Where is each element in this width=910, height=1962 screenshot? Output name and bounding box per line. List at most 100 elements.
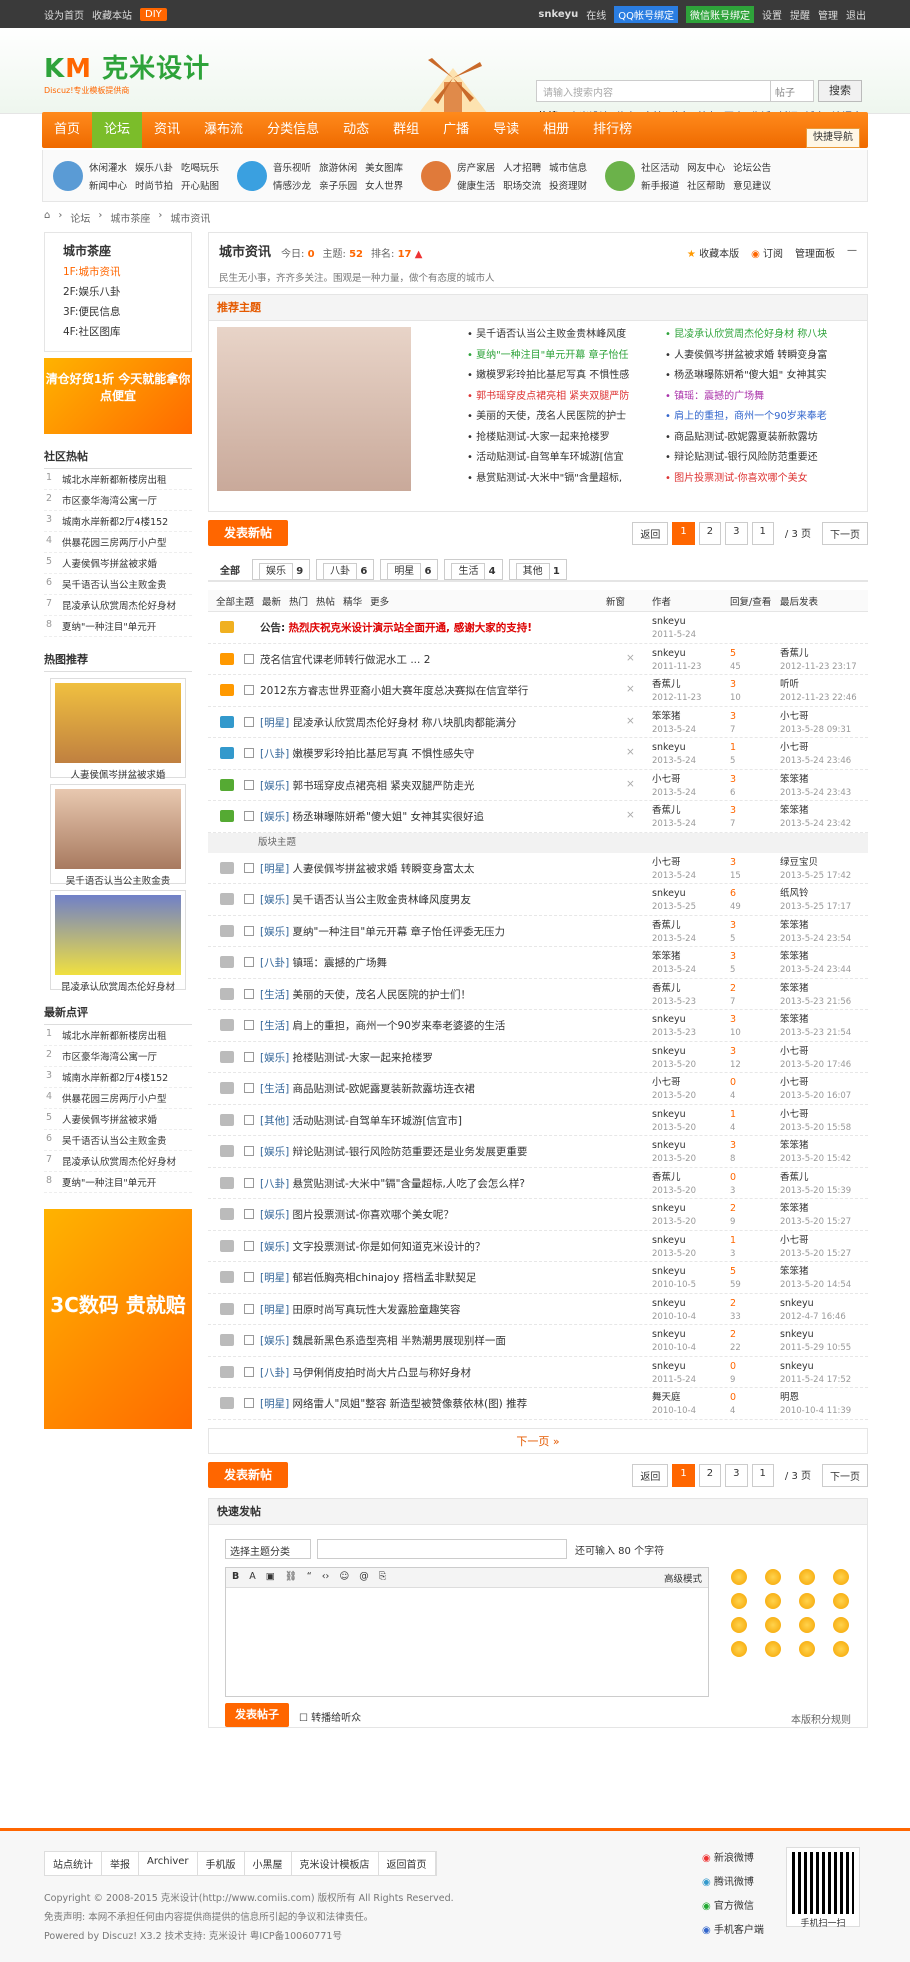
thread-author[interactable]: 笨笨猪 bbox=[652, 951, 681, 962]
new-post-button[interactable]: 发表新帖 bbox=[208, 520, 288, 546]
subnav-link[interactable]: 人才招聘 bbox=[503, 160, 541, 174]
footer-link[interactable]: 手机版 bbox=[198, 1852, 245, 1875]
last-poster[interactable]: 小七哥 bbox=[780, 711, 809, 722]
thread-author[interactable]: 香蕉儿 bbox=[652, 805, 681, 816]
smiley-icon[interactable] bbox=[799, 1616, 815, 1633]
category-item[interactable]: 1F:城市资讯 bbox=[53, 261, 183, 281]
mobile-app-link[interactable]: ◉ 手机客户端 bbox=[702, 1919, 764, 1943]
row-checkbox[interactable] bbox=[244, 1398, 254, 1408]
table-row[interactable]: [八卦] 镇瑶：震撼的广场舞 笨笨猪 2013-5-24 3 5 笨笨猪 2013-5… bbox=[208, 947, 868, 979]
subnav-link[interactable]: 新闻中心 bbox=[89, 178, 127, 192]
smiley-icon[interactable] bbox=[799, 1592, 815, 1609]
rec-item[interactable]: 郭书瑶穿皮点裙亮相 紧夹双腿严防 bbox=[476, 391, 629, 402]
smiley-icon[interactable] bbox=[833, 1640, 849, 1657]
thread-title[interactable]: 郁岩低胸亮相chinajoy 搭档孟非默契足 bbox=[293, 1272, 477, 1284]
subnav-link[interactable]: 房产家居 bbox=[457, 160, 495, 174]
table-row[interactable]: [娱乐] 魏晨新黑色系造型亮相 半熟潮男展现别样一面 snkeyu 2010-10… bbox=[208, 1325, 868, 1357]
type-tab[interactable]: 八卦 6 bbox=[316, 558, 375, 580]
rec-item[interactable]: 吴千语否认当公主败金贵林峰风度 bbox=[476, 329, 626, 340]
type-tab[interactable]: 明星 6 bbox=[380, 558, 439, 580]
link-icon[interactable]: ⛓ bbox=[285, 1571, 297, 1584]
row-checkbox[interactable] bbox=[244, 1051, 254, 1062]
nav-home[interactable]: 首页 bbox=[42, 112, 92, 148]
thread-category[interactable]: [娱乐] bbox=[260, 1052, 289, 1064]
last-poster[interactable]: 笨笨猪 bbox=[780, 1266, 809, 1277]
image-icon[interactable]: ▣ bbox=[266, 1571, 275, 1584]
table-row[interactable]: [娱乐] 杨丞琳曝陈妍希"傻大姐" 女神其实很好追 × 香蕉儿 2013-5-24… bbox=[208, 801, 868, 833]
thread-author[interactable]: snkeyu bbox=[652, 1203, 686, 1214]
close-icon[interactable]: × bbox=[626, 809, 635, 821]
footer-link[interactable]: 克米设计模板店 bbox=[292, 1852, 379, 1875]
thread-title[interactable]: 辩论贴测试-银行风险防范重要还是业务发展更重要 bbox=[293, 1146, 528, 1158]
bold-icon[interactable]: B bbox=[232, 1571, 239, 1584]
list-item[interactable]: 城北水岸新都新楼房出租 bbox=[62, 1028, 167, 1042]
new-window-toggle[interactable]: 新窗 bbox=[606, 594, 625, 608]
list-item[interactable]: 市区豪华海湾公寓一厅 bbox=[62, 1049, 157, 1063]
list-item[interactable]: 吴千语否认当公主败金贵 bbox=[62, 577, 167, 591]
rec-item[interactable]: 人妻侯佩岑拼盆被求婚 转瞬变身富 bbox=[674, 350, 827, 361]
subnav-link[interactable]: 娱乐八卦 bbox=[135, 160, 173, 174]
smiley-icon[interactable] bbox=[765, 1616, 781, 1633]
smiley-icon[interactable] bbox=[765, 1640, 781, 1657]
thread-author[interactable]: snkeyu bbox=[652, 648, 686, 659]
online-status[interactable]: 在线 bbox=[586, 7, 606, 22]
next-page-button[interactable]: 下一页 » bbox=[208, 1427, 868, 1454]
list-item[interactable]: 市区豪华海湾公寓一厅 bbox=[62, 493, 157, 507]
rec-item[interactable]: 夏纳"一种注目"单元开幕 章子怡任 bbox=[476, 350, 628, 361]
thread-author[interactable]: snkeyu bbox=[652, 1235, 686, 1246]
sidebar-ad-2[interactable]: 3C数码 贵就赔 bbox=[44, 1209, 192, 1429]
type-tab[interactable]: 生活 4 bbox=[444, 558, 503, 580]
subnav-link[interactable]: 旅游休闲 bbox=[319, 160, 357, 174]
last-poster[interactable]: snkeyu bbox=[780, 1361, 814, 1372]
list-item[interactable]: 人妻侯佩岑拼盆被求婚 bbox=[62, 1112, 157, 1126]
thread-title[interactable]: 茂名信宜代课老师转行做泥水工 bbox=[260, 654, 407, 666]
page-2[interactable]: 2 bbox=[698, 522, 722, 545]
row-checkbox[interactable] bbox=[244, 1114, 254, 1125]
last-poster[interactable]: 笨笨猪 bbox=[780, 1014, 809, 1025]
page-1[interactable]: 1 bbox=[672, 522, 695, 545]
smiley-icon[interactable] bbox=[731, 1616, 747, 1633]
wechat-bind-button[interactable]: 微信账号绑定 bbox=[686, 5, 754, 23]
thread-title[interactable]: 图片投票测试-你喜欢哪个美女呢？ bbox=[293, 1209, 454, 1221]
thread-author[interactable]: snkeyu bbox=[652, 1109, 686, 1120]
row-checkbox[interactable] bbox=[244, 1272, 254, 1282]
category-item[interactable]: 2F:娱乐八卦 bbox=[53, 281, 183, 301]
thread-title[interactable]: 2012东方睿志世界亚裔小姐大赛年度总决赛拟在信宜举行 bbox=[260, 685, 528, 697]
nav-waterfall[interactable]: 瀑布流 bbox=[192, 112, 255, 148]
row-checkbox[interactable] bbox=[244, 811, 254, 821]
rec-item[interactable]: 杨丞琳曝陈妍希"傻大姐" 女神其实 bbox=[674, 370, 826, 381]
last-poster[interactable]: 小七哥 bbox=[780, 1235, 809, 1246]
thread-title[interactable]: 美丽的天使，茂名人民医院的护士们！ bbox=[293, 989, 472, 1001]
thread-category[interactable]: [娱乐] bbox=[260, 894, 289, 906]
thread-title[interactable]: 杨丞琳曝陈妍希"傻大姐" 女神其实很好追 bbox=[293, 811, 485, 823]
table-row[interactable]: [八卦] 马伊俐俏皮拍时尚大片凸显与称好身材 snkeyu 2011-5-24 0… bbox=[208, 1357, 868, 1388]
row-checkbox[interactable] bbox=[244, 779, 254, 790]
page-2[interactable]: 2 bbox=[698, 1463, 722, 1487]
page-1[interactable]: 1 bbox=[672, 1463, 695, 1487]
nav-guide[interactable]: 导读 bbox=[481, 112, 531, 148]
row-checkbox[interactable] bbox=[244, 1020, 254, 1030]
footer-link[interactable]: 站点统计 bbox=[45, 1852, 102, 1875]
thread-category[interactable]: [娱乐] bbox=[260, 1335, 289, 1347]
new-post-button[interactable]: 发表新帖 bbox=[208, 1461, 288, 1488]
thread-category[interactable]: [娱乐] bbox=[260, 780, 289, 792]
thread-title[interactable]: 昆凌承认欣赏周杰伦好身材 称八块肌肉都能满分 bbox=[293, 717, 517, 729]
pager-back[interactable]: 返回 bbox=[632, 1463, 669, 1487]
pager-back[interactable]: 返回 bbox=[632, 522, 669, 545]
nav-forum[interactable]: 论坛 bbox=[92, 112, 143, 148]
rec-item[interactable]: 镇瑶：震撼的广场舞 bbox=[674, 391, 764, 402]
row-checkbox[interactable] bbox=[244, 1303, 254, 1314]
thread-author[interactable]: snkeyu bbox=[652, 1046, 686, 1057]
filter-link[interactable]: 更多 bbox=[370, 594, 389, 608]
thread-category[interactable]: [八卦] bbox=[260, 957, 289, 969]
row-checkbox[interactable] bbox=[244, 1366, 254, 1377]
pager-next[interactable]: 下一页 bbox=[822, 1463, 868, 1487]
list-item[interactable]: 吴千语否认当公主败金贵 bbox=[62, 1133, 167, 1147]
subnav-link[interactable]: 美女图库 bbox=[365, 160, 403, 174]
smiley-icon[interactable] bbox=[731, 1640, 747, 1657]
nav-broadcast[interactable]: 广播 bbox=[431, 112, 481, 148]
sync-checkbox[interactable]: ☐ 转播给听众 bbox=[299, 1709, 361, 1724]
last-poster[interactable]: 笨笨猪 bbox=[780, 983, 809, 994]
thread-title[interactable]: 肩上的重担，商州一个90岁来奉老婆婆的生活 bbox=[293, 1020, 506, 1032]
search-button[interactable]: 搜索 bbox=[818, 80, 862, 102]
